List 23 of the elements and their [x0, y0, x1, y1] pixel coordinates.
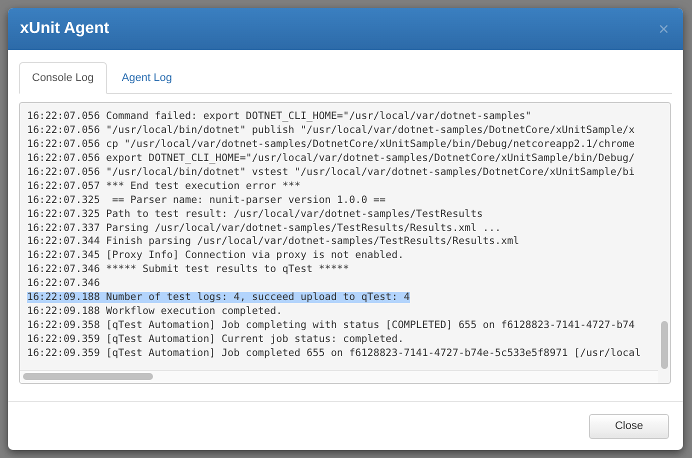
log-line: 16:22:07.325 Path to test result: /usr/local/var/dotnet-samples/TestResults — [27, 208, 483, 220]
log-line: 16:22:07.056 cp "/usr/local/var/dotnet-samples/DotnetCore/xUnitSample/bin/Debug/netcoreapp2.1/chrome — [27, 138, 635, 150]
log-line: 16:22:09.188 Workflow execution completed. — [27, 306, 282, 318]
log-line: 16:22:07.344 Finish parsing /usr/local/var/dotnet-samples/TestResults/Results.xml — [27, 236, 520, 248]
scrollbar-thumb[interactable] — [661, 321, 668, 369]
log-line: 16:22:07.056 Command failed: export DOTNET_CLI_HOME="/usr/local/var/dotnet-samples" — [27, 111, 532, 122]
log-line: 16:22:07.056 "/usr/local/bin/dotnet" vstest "/usr/local/var/dotnet-samples/DotnetCore/xUnitSample/bi — [27, 166, 635, 178]
tab[interactable]: Agent Log — [108, 62, 185, 94]
dialog-title: xUnit Agent — [20, 20, 110, 38]
log-line: 16:22:07.345 [Proxy Info] Connection via proxy is not enabled. — [27, 250, 404, 262]
log-line: 16:22:07.057 *** End test execution error *** — [27, 180, 300, 192]
log-line: 16:22:07.056 export DOTNET_CLI_HOME="/usr/local/var/dotnet-samples/DotnetCore/xUnitSample/bin/Debug/ — [27, 152, 635, 164]
log-line: 16:22:09.358 [qTest Automation] Job completing with status [COMPLETED] 655 on f6128823-7141-4727-b74 — [27, 320, 635, 332]
close-button[interactable]: Close — [589, 414, 669, 438]
log-line: 16:22:07.337 Parsing /usr/local/var/dotnet-samples/TestResults/Results.xml ... — [27, 222, 502, 234]
log-line: 16:22:07.346 — [27, 278, 100, 290]
log-line: 16:22:07.325 == Parser name: nunit-parser version 1.0.0 == — [27, 194, 386, 206]
log-line: 16:22:07.056 "/usr/local/bin/dotnet" publish "/usr/local/var/dotnet-samples/DotnetCore/xUnitSample/x — [27, 124, 635, 136]
log-line: 16:22:07.346 ***** Submit test results to qTest ***** — [27, 264, 350, 276]
scrollbar-thumb[interactable] — [23, 373, 153, 380]
tab[interactable]: Console Log — [19, 62, 107, 94]
log-line: 16:22:09.359 [qTest Automation] Job completed 655 on f6128823-7141-4727-b74e-5c533e5f8971 [/usr/local — [27, 348, 641, 359]
log-line: 16:22:09.359 [qTest Automation] Current job status: completed. — [27, 334, 404, 345]
